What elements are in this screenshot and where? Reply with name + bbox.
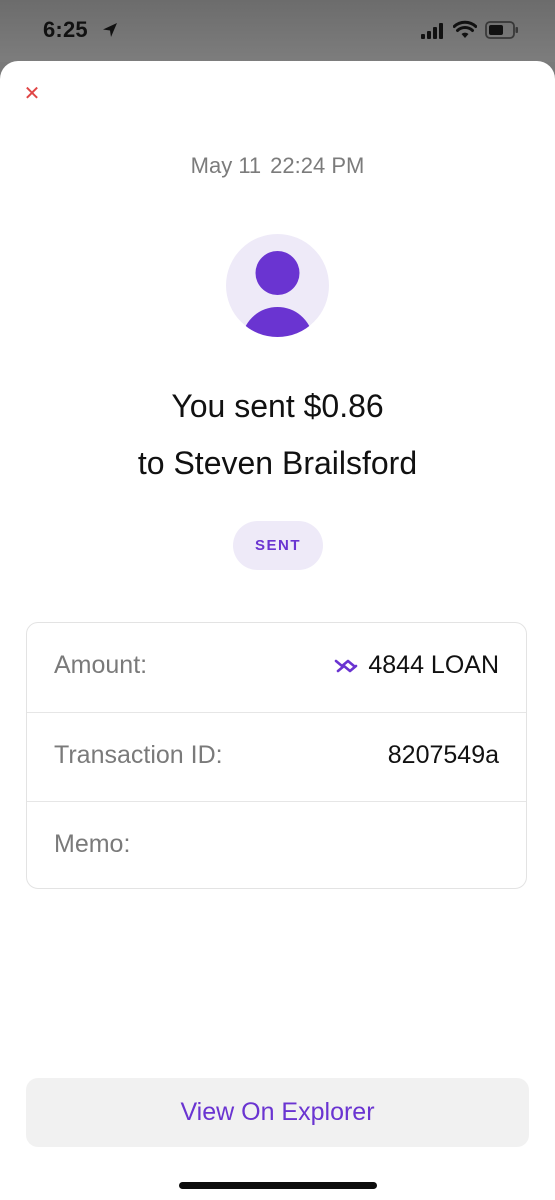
detail-row-transaction-id: Transaction ID: 8207549a [27, 712, 526, 802]
transaction-id-value: 8207549a [387, 741, 499, 769]
battery-icon [485, 21, 518, 39]
avatar [226, 234, 329, 337]
transaction-headline: You sent $0.86 to Steven Brailsford [0, 378, 555, 492]
home-indicator [179, 1182, 377, 1189]
close-icon: ✕ [23, 83, 41, 105]
close-button[interactable]: ✕ [23, 83, 41, 105]
wifi-icon [453, 20, 477, 38]
person-icon [242, 251, 313, 337]
loan-token-icon [335, 659, 358, 672]
transaction-timestamp: May 11 22:24 PM [0, 153, 555, 179]
detail-row-amount: Amount: 4844 LOAN [27, 623, 526, 712]
cellular-signal-icon [421, 23, 443, 39]
detail-row-memo: Memo: [27, 801, 526, 891]
transaction-sheet: ✕ May 11 22:24 PM You sent $0.86 to Steve… [0, 61, 555, 1200]
headline-recipient: to Steven Brailsford [137, 445, 418, 481]
status-bar: 6:25 [0, 0, 555, 62]
transaction-time: 22:24 PM [270, 153, 365, 178]
status-time: 6:25 [43, 17, 88, 42]
amount-value-group: 4844 LOAN [334, 651, 499, 680]
headline-amount: You sent $0.86 [171, 388, 384, 424]
status-badge: SENT [233, 521, 323, 570]
memo-label: Memo: [54, 830, 131, 858]
transaction-date: May 11 [190, 153, 262, 178]
transaction-id-label: Transaction ID: [54, 741, 223, 769]
view-on-explorer-button[interactable]: View On Explorer [26, 1078, 529, 1147]
amount-label: Amount: [54, 651, 148, 679]
transaction-details-card: Amount: 4844 LOAN Transaction ID: 820754… [26, 622, 527, 889]
location-arrow-icon [103, 23, 117, 37]
amount-value: 4844 LOAN [368, 651, 499, 679]
